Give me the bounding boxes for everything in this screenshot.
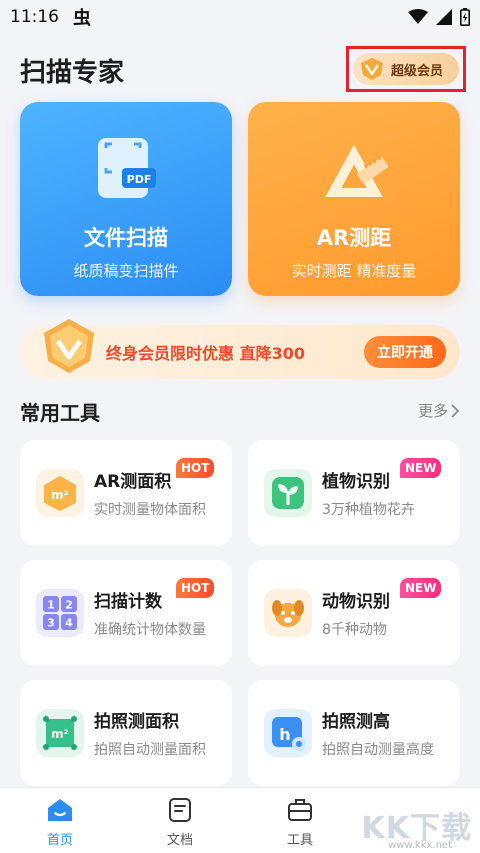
promo-text: 终身会员限时优惠 直降300	[106, 344, 305, 363]
tool-animal-id[interactable]: 动物识别 8千种动物 NEW	[248, 560, 460, 666]
pdf-label: PDF	[127, 173, 152, 186]
grid-digit-4: 4	[65, 617, 73, 630]
chevron-right-icon	[451, 403, 460, 418]
area-unit-label: m²	[51, 488, 69, 502]
grid-digit-1: 1	[47, 599, 55, 612]
home-icon	[48, 799, 72, 821]
tool-ar-area[interactable]: m² AR测面积 实时测量物体面积 HOT	[20, 440, 232, 546]
wifi-icon	[408, 9, 428, 24]
hot-badge: HOT	[176, 578, 215, 598]
status-bar: 11:16 虫	[0, 0, 480, 34]
tool-desc: 拍照自动测量面积	[94, 742, 206, 758]
nav-documents-label: 文档	[166, 833, 193, 848]
ar-measure-subtitle: 实时测距 精准度量	[291, 262, 417, 280]
vip-promo-banner[interactable]: 终身会员限时优惠 直降300 立即开通	[20, 319, 460, 379]
status-time: 11:16	[10, 7, 59, 27]
battery-icon	[460, 8, 470, 26]
file-scan-subtitle: 纸质稿变扫描件	[73, 262, 179, 280]
new-badge: NEW	[400, 458, 442, 478]
tool-photo-area[interactable]: m² 拍照测面积 拍照自动测量面积	[20, 680, 232, 786]
photo-area-icon: m²	[36, 709, 84, 757]
nav-tools-label: 工具	[286, 833, 313, 848]
tool-animal-id-text: 动物识别 8千种动物	[322, 587, 390, 639]
area-unit-label: m²	[51, 727, 69, 741]
toolbox-icon	[288, 799, 312, 821]
promo-open-button[interactable]: 立即开通	[364, 336, 446, 368]
bottom-nav: 首页 文档 工具 KK下载 www.kkx.net	[0, 787, 480, 853]
vip-label: 超级会员	[391, 63, 444, 79]
file-scan-card[interactable]: PDF 文件扫描 纸质稿变扫描件	[20, 102, 232, 296]
grid-digit-2: 2	[65, 599, 73, 612]
ruler-triangle-icon	[318, 134, 390, 206]
dog-icon	[264, 589, 312, 637]
tool-scan-count[interactable]: 1 2 3 4 扫描计数 准确统计物体数量 HOT	[20, 560, 232, 666]
tool-desc: 拍照自动测量高度	[322, 742, 434, 758]
tool-desc: 3万种植物花卉	[322, 502, 415, 518]
document-icon	[169, 798, 191, 822]
tool-name: 拍照测面积	[94, 712, 179, 732]
status-indicators	[408, 8, 470, 26]
tool-desc: 准确统计物体数量	[94, 622, 206, 638]
nav-documents[interactable]: 文档	[120, 788, 240, 853]
plant-sprout-icon	[264, 469, 312, 517]
signal-icon	[436, 9, 452, 25]
nav-home[interactable]: 首页	[0, 788, 120, 853]
pdf-scan-icon: PDF	[90, 134, 162, 206]
vip-highlight-frame: 超级会员	[346, 46, 466, 92]
watermark-url: www.kkx.net	[388, 840, 452, 851]
ar-measure-title: AR测距	[316, 226, 392, 250]
notification-bug-icon: 虫	[73, 8, 91, 29]
tools-section-title: 常用工具	[20, 401, 100, 425]
vip-gem-icon	[44, 319, 94, 373]
grid-digit-3: 3	[47, 617, 55, 630]
number-grid-icon: 1 2 3 4	[36, 589, 84, 637]
more-tools-link[interactable]: 更多	[418, 400, 460, 421]
tool-plant-id[interactable]: 植物识别 3万种植物花卉 NEW	[248, 440, 460, 546]
area-cube-icon: m²	[36, 469, 84, 517]
tool-name: 拍照测高	[322, 712, 390, 732]
nav-tools[interactable]: 工具	[240, 788, 360, 853]
tool-desc: 实时测量物体面积	[94, 502, 206, 518]
photo-height-icon: h	[264, 709, 312, 757]
tool-photo-area-text: 拍照测面积 拍照自动测量面积	[94, 707, 206, 759]
tool-photo-height-text: 拍照测高 拍照自动测量高度	[322, 707, 434, 759]
page-title: 扫描专家	[20, 58, 125, 88]
hot-badge: HOT	[176, 458, 215, 478]
ar-measure-card[interactable]: AR测距 实时测距 精准度量	[248, 102, 460, 296]
nav-home-label: 首页	[46, 833, 73, 848]
tool-photo-height[interactable]: h 拍照测高 拍照自动测量高度	[248, 680, 460, 786]
new-badge: NEW	[400, 578, 442, 598]
tool-name: 动物识别	[322, 592, 390, 612]
crown-badge-icon	[359, 57, 385, 81]
tool-desc: 8千种动物	[322, 622, 387, 638]
vip-button[interactable]: 超级会员	[353, 53, 459, 85]
file-scan-title: 文件扫描	[84, 226, 168, 250]
height-symbol: h	[279, 725, 290, 744]
more-label: 更多	[417, 402, 448, 420]
